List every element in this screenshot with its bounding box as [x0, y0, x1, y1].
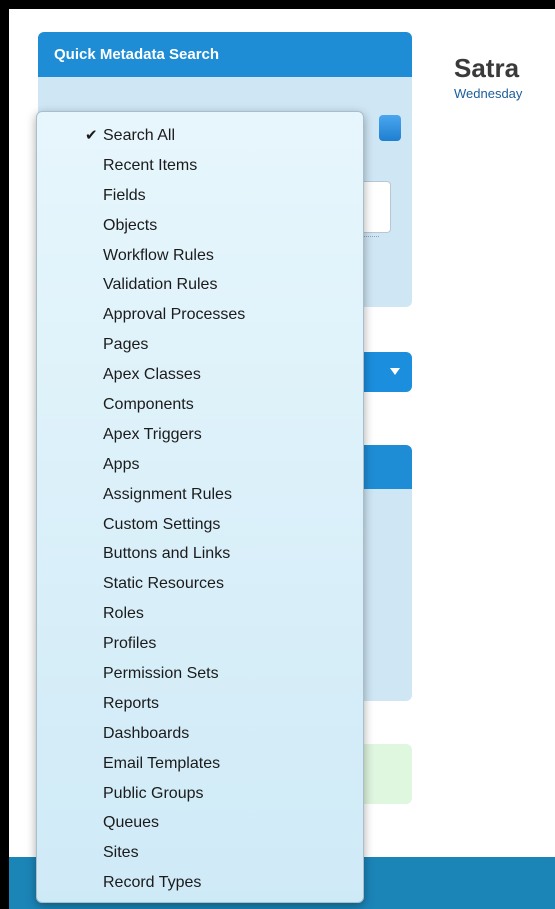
dropdown-option-label: Custom Settings [103, 515, 221, 533]
date-subtitle[interactable]: Wednesday [454, 86, 522, 101]
dropdown-option-label: Objects [103, 216, 158, 234]
dropdown-option-label: Fields [103, 186, 146, 204]
dropdown-option-label: Pages [103, 336, 149, 354]
dropdown-option[interactable]: Components [37, 390, 363, 420]
dropdown-option-label: Buttons and Links [103, 545, 231, 563]
dropdown-option[interactable]: Static Resources [37, 569, 363, 599]
dropdown-option[interactable]: Apps [37, 450, 363, 480]
dropdown-option-label: Sites [103, 844, 139, 862]
dropdown-option[interactable]: Apex Triggers [37, 420, 363, 450]
search-type-select[interactable] [379, 115, 401, 141]
app-window: Quick Metadata Search ⚲ Satra Wednesday … [9, 9, 555, 909]
dropdown-option-label: Static Resources [103, 575, 224, 593]
dropdown-option-label: Apex Triggers [103, 425, 202, 443]
dropdown-option-label: Apex Classes [103, 366, 201, 384]
dropdown-option[interactable]: Queues [37, 808, 363, 838]
dropdown-option[interactable]: Objects [37, 211, 363, 241]
dropdown-option[interactable]: Assignment Rules [37, 480, 363, 510]
dropdown-option[interactable]: Workflow Rules [37, 241, 363, 271]
dropdown-option[interactable]: ✔ Search All [37, 121, 363, 151]
dropdown-option-label: Validation Rules [103, 276, 218, 294]
dropdown-option[interactable]: Approval Processes [37, 300, 363, 330]
quick-metadata-search-header: Quick Metadata Search [38, 32, 412, 77]
dropdown-option[interactable]: Permission Sets [37, 659, 363, 689]
dropdown-option[interactable]: Roles [37, 599, 363, 629]
page-title: Satra [454, 53, 520, 83]
dropdown-option[interactable]: Dashboards [37, 719, 363, 749]
dropdown-option[interactable]: Fields [37, 181, 363, 211]
dropdown-option[interactable]: Sites [37, 838, 363, 868]
dropdown-option-label: Profiles [103, 635, 157, 653]
dropdown-option[interactable]: Profiles [37, 629, 363, 659]
dropdown-option-label: Record Types [103, 874, 202, 892]
dropdown-option[interactable]: Custom Settings [37, 510, 363, 540]
dropdown-option-label: Queues [103, 814, 160, 832]
chevron-down-icon [390, 368, 400, 375]
dropdown-option-label: Permission Sets [103, 665, 219, 683]
dropdown-option[interactable]: Apex Classes [37, 360, 363, 390]
dropdown-option-label: Apps [103, 455, 140, 473]
dropdown-option-label: Approval Processes [103, 306, 246, 324]
dropdown-option-label: Public Groups [103, 784, 204, 802]
dropdown-option-label: Recent Items [103, 156, 198, 174]
dropdown-option-label: Components [103, 396, 194, 414]
dropdown-option-label: Assignment Rules [103, 485, 232, 503]
dropdown-option-label: Dashboards [103, 724, 190, 742]
dropdown-option[interactable]: Record Types [37, 868, 363, 898]
search-scope-dropdown-menu[interactable]: ✔ Search All Recent Items Fields Objects Work… [36, 111, 364, 903]
dropdown-option-label: Reports [103, 694, 160, 712]
checkmark-icon: ✔ [85, 127, 98, 144]
dropdown-options-list: ✔ Search All Recent Items Fields Objects Work… [37, 112, 363, 898]
dropdown-option-label: Roles [103, 605, 144, 623]
dropdown-option-label: Email Templates [103, 754, 221, 772]
dropdown-option[interactable]: Email Templates [37, 749, 363, 779]
dropdown-option-label: Workflow Rules [103, 246, 214, 264]
dropdown-option[interactable]: Validation Rules [37, 270, 363, 300]
dropdown-option[interactable]: Buttons and Links [37, 539, 363, 569]
dropdown-option[interactable]: Recent Items [37, 151, 363, 181]
dropdown-option[interactable]: Pages [37, 330, 363, 360]
dropdown-option[interactable]: Public Groups [37, 779, 363, 809]
dropdown-option[interactable]: Reports [37, 689, 363, 719]
dropdown-option-label: Search All [103, 127, 176, 144]
